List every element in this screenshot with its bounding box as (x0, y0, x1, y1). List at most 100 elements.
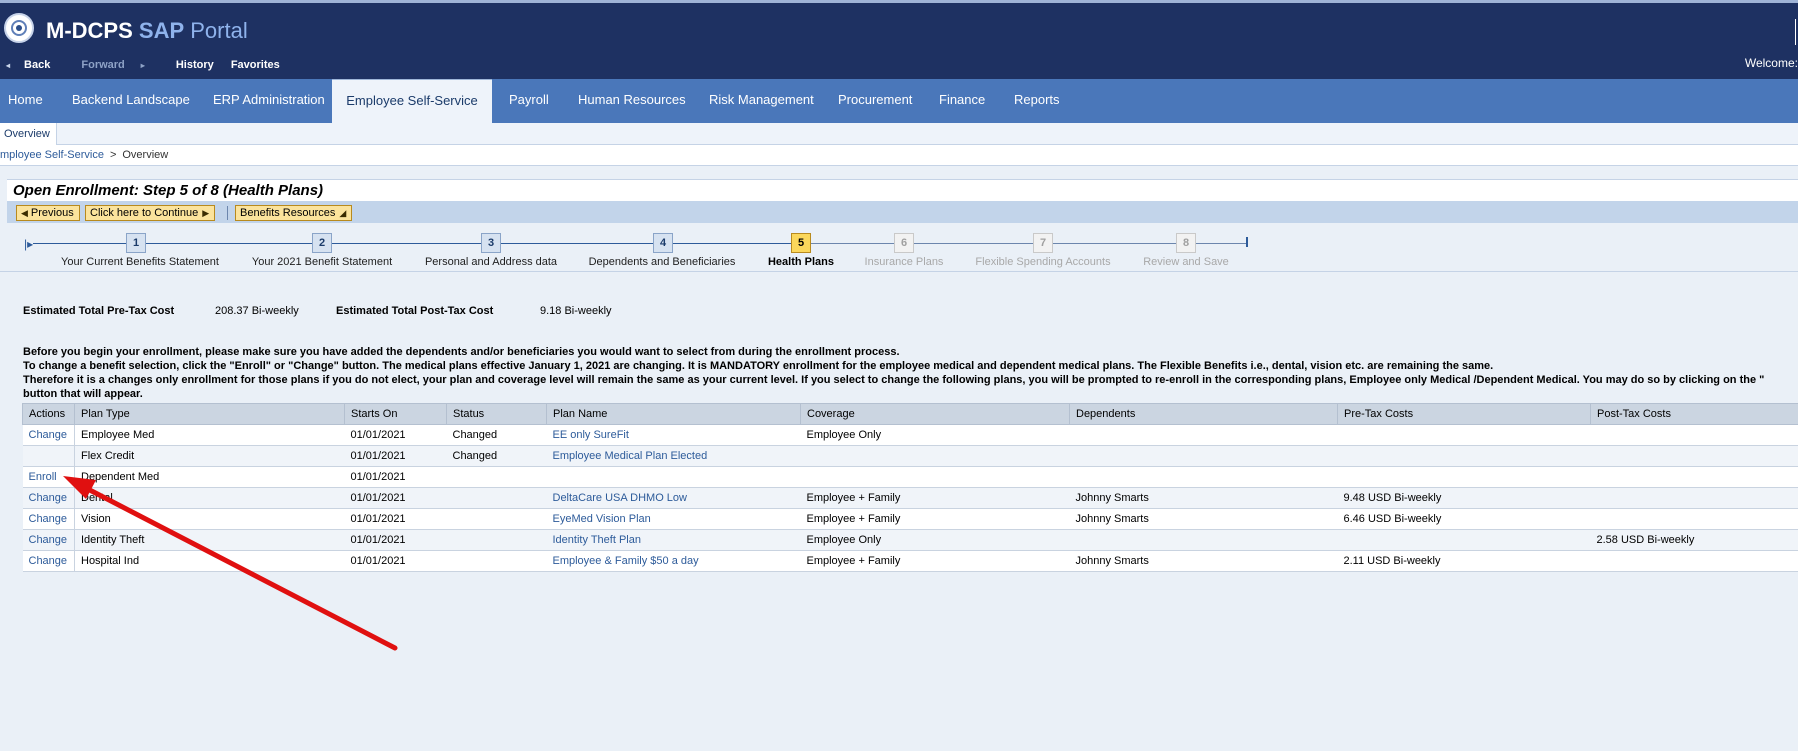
roadmap-step-1[interactable]: 1 (126, 233, 146, 253)
back-link[interactable]: ◂ Back (6, 59, 64, 71)
pretax-cell: 9.48 USD Bi-weekly (1337, 487, 1591, 509)
plan-type-cell: Identity Theft (74, 529, 345, 551)
header-divider (1795, 19, 1796, 45)
page-title: Open Enrollment: Step 5 of 8 (Health Pla… (7, 179, 1798, 201)
tab-finance[interactable]: Finance (939, 79, 985, 123)
change-button[interactable]: Change (29, 513, 68, 525)
pretax-cell: 2.11 USD Bi-weekly (1337, 550, 1591, 572)
coverage-cell: Employee Only (800, 424, 1070, 446)
top-navigation: Home Backend Landscape ERP Administratio… (0, 79, 1798, 123)
status-cell (446, 550, 547, 572)
table-row: Change Identity Theft 01/01/2021 Identit… (22, 529, 1798, 551)
tab-erp-administration[interactable]: ERP Administration (213, 79, 325, 123)
welcome-text: Welcome: (1744, 56, 1798, 70)
favorites-link[interactable]: Favorites (231, 59, 280, 71)
pretax-cell (1337, 424, 1591, 446)
plan-type-cell: Hospital Ind (74, 550, 345, 572)
roadmap-label-3[interactable]: Personal and Address data (425, 256, 557, 268)
dropdown-corner-icon: ◢ (339, 208, 347, 218)
posttax-cell (1590, 445, 1798, 467)
forward-arrow-icon: ▸ (140, 61, 145, 70)
dependents-cell: Johnny Smarts (1069, 550, 1338, 572)
plan-name-link[interactable]: Employee Medical Plan Elected (553, 450, 708, 462)
roadmap-start-icon: |▸ (24, 237, 34, 251)
col-header-status[interactable]: Status (446, 403, 547, 425)
posttax-cell: 2.58 USD Bi-weekly (1590, 529, 1798, 551)
continue-button[interactable]: Click here to Continue ▶ (85, 205, 216, 221)
roadmap-end-icon (1246, 237, 1250, 247)
change-button[interactable]: Change (29, 429, 68, 441)
roadmap-step-3[interactable]: 3 (481, 233, 501, 253)
continue-arrow-icon: ▶ (202, 208, 210, 218)
tab-employee-self-service[interactable]: Employee Self-Service (332, 79, 492, 123)
plan-name-link[interactable]: EyeMed Vision Plan (553, 513, 651, 525)
dependents-cell (1069, 445, 1338, 467)
enrollment-roadmap: |▸ 1 2 3 4 5 6 7 8 Your Current Benefits… (0, 223, 1798, 271)
col-header-plan-name[interactable]: Plan Name (546, 403, 801, 425)
roadmap-label-5[interactable]: Health Plans (768, 256, 834, 268)
table-row: Enroll Dependent Med 01/01/2021 (22, 466, 1798, 488)
col-header-starts-on[interactable]: Starts On (344, 403, 447, 425)
change-button[interactable]: Change (29, 492, 68, 504)
tab-payroll[interactable]: Payroll (509, 79, 549, 123)
table-row: Change Vision 01/01/2021 EyeMed Vision P… (22, 508, 1798, 530)
instruction-line-1: Before you begin your enrollment, please… (23, 346, 900, 358)
roadmap-label-4[interactable]: Dependents and Beneficiaries (589, 256, 736, 268)
back-arrow-icon: ◂ (6, 61, 11, 70)
coverage-cell: Employee Only (800, 529, 1070, 551)
pretax-cell (1337, 466, 1591, 488)
change-button[interactable]: Change (29, 534, 68, 546)
tab-risk-management[interactable]: Risk Management (709, 79, 814, 123)
plan-type-cell: Dependent Med (74, 466, 345, 488)
col-header-dependents[interactable]: Dependents (1069, 403, 1338, 425)
coverage-cell (800, 466, 1070, 488)
breadcrumb: mployee Self-Service > Overview (0, 147, 168, 163)
change-button[interactable]: Change (29, 555, 68, 567)
posttax-cost-label: Estimated Total Post-Tax Cost (336, 305, 494, 317)
posttax-cell (1590, 424, 1798, 446)
roadmap-step-5[interactable]: 5 (791, 233, 811, 253)
col-header-posttax-costs[interactable]: Post-Tax Costs (1590, 403, 1798, 425)
table-row: Change Dental 01/01/2021 DeltaCare USA D… (22, 487, 1798, 509)
history-link[interactable]: History (176, 59, 214, 71)
roadmap-label-2[interactable]: Your 2021 Benefit Statement (252, 256, 392, 268)
table-header-row: Actions Plan Type Starts On Status Plan … (22, 403, 1798, 425)
instruction-line-4: button that will appear. (23, 388, 143, 400)
breadcrumb-overview: Overview (122, 149, 169, 161)
status-cell: Changed (446, 445, 547, 467)
starts-on-cell: 01/01/2021 (344, 508, 447, 530)
pretax-cost-value: 208.37 Bi-weekly (215, 305, 299, 317)
plan-name-link[interactable]: Identity Theft Plan (553, 534, 641, 546)
col-header-coverage[interactable]: Coverage (800, 403, 1070, 425)
subtab-overview[interactable]: Overview (0, 123, 57, 145)
tab-home[interactable]: Home (8, 79, 43, 123)
plan-name-link[interactable]: DeltaCare USA DHMO Low (553, 492, 688, 504)
enroll-button[interactable]: Enroll (29, 471, 57, 483)
roadmap-label-1[interactable]: Your Current Benefits Statement (61, 256, 219, 268)
plan-type-cell: Vision (74, 508, 345, 530)
status-cell: Changed (446, 424, 547, 446)
pretax-cell (1337, 445, 1591, 467)
roadmap-line-completed (33, 243, 809, 244)
forward-link[interactable]: Forward ▸ (81, 59, 158, 71)
benefits-resources-button[interactable]: Benefits Resources ◢ (235, 205, 353, 221)
roadmap-label-8: Review and Save (1143, 256, 1229, 268)
starts-on-cell: 01/01/2021 (344, 529, 447, 551)
portal-header: M-DCPS SAP Portal ◂ Back Forward ▸ History… (0, 0, 1798, 79)
plan-name-link[interactable]: Employee & Family $50 a day (553, 555, 699, 567)
col-header-plan-type[interactable]: Plan Type (74, 403, 345, 425)
tab-reports[interactable]: Reports (1014, 79, 1060, 123)
tab-backend-landscape[interactable]: Backend Landscape (72, 79, 190, 123)
health-plans-table: Actions Plan Type Starts On Status Plan … (22, 403, 1798, 572)
previous-button[interactable]: ◀ Previous (16, 205, 80, 221)
pretax-cell (1337, 529, 1591, 551)
roadmap-step-2[interactable]: 2 (312, 233, 332, 253)
tab-procurement[interactable]: Procurement (838, 79, 912, 123)
col-header-pretax-costs[interactable]: Pre-Tax Costs (1337, 403, 1591, 425)
tab-human-resources[interactable]: Human Resources (578, 79, 686, 123)
roadmap-step-4[interactable]: 4 (653, 233, 673, 253)
breadcrumb-employee-self-service[interactable]: mployee Self-Service (0, 149, 104, 161)
plan-name-link[interactable]: EE only SureFit (553, 429, 629, 441)
coverage-cell: Employee + Family (800, 487, 1070, 509)
posttax-cell (1590, 508, 1798, 530)
